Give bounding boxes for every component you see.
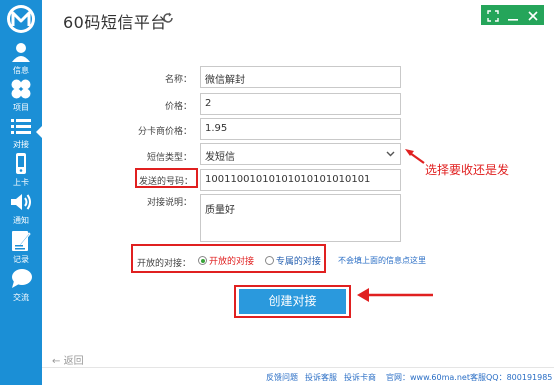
sidebar-item-notice[interactable]: 通知 <box>0 188 42 228</box>
clover-icon <box>11 79 31 99</box>
sidebar-item-label: 交流 <box>13 293 29 302</box>
mode-radio-group: 开放的对接 专属的对接 <box>198 254 321 267</box>
back-link[interactable]: ← 返回 <box>52 352 84 367</box>
sidebar-item-projects[interactable]: 项目 <box>0 75 42 115</box>
private-radio[interactable] <box>264 256 274 265</box>
user-icon <box>12 43 30 62</box>
notepad-icon <box>12 231 31 251</box>
sidebar: 信息 项目 对接 上卡 通知 记录 交流 <box>0 0 42 385</box>
card-price-label: 分卡商价格： <box>137 127 192 137</box>
annotation-arrow-icon <box>405 149 425 164</box>
mode-label: 开放的对接： <box>136 259 191 269</box>
sidebar-item-records[interactable]: 记录 <box>0 227 42 267</box>
name-field[interactable]: 微信解封 <box>200 66 401 88</box>
create-docking-button[interactable]: 创建对接 <box>239 289 346 314</box>
sidebar-item-label: 记录 <box>13 255 29 264</box>
phone-icon <box>16 153 26 174</box>
sidebar-item-label: 上卡 <box>13 178 29 187</box>
app-logo <box>2 2 40 36</box>
sidebar-item-card[interactable]: 上卡 <box>0 150 42 190</box>
sidebar-item-docking[interactable]: 对接 <box>0 112 42 152</box>
name-label: 名称： <box>164 75 192 85</box>
open-radio-label[interactable]: 开放的对接 <box>209 257 254 267</box>
annotation-arrow-icon <box>357 288 433 302</box>
footer-link-qq[interactable]: 客服QQ：800191985 <box>470 372 552 383</box>
sms-type-value: 发短信 <box>205 152 235 163</box>
list-icon <box>11 119 31 134</box>
card-price-field[interactable]: 1.95 <box>200 118 401 140</box>
price-field[interactable]: 2 <box>200 93 401 115</box>
help-link[interactable]: 不会填上面的信息点这里 <box>338 255 426 266</box>
price-label: 价格： <box>164 102 192 112</box>
back-label: 返回 <box>63 356 84 367</box>
sidebar-item-chat[interactable]: 交流 <box>0 265 42 305</box>
arrow-left-icon: ← <box>52 356 61 367</box>
desc-label: 对接说明： <box>146 198 192 208</box>
chat-bubble-icon <box>12 269 32 288</box>
footer-link-feedback[interactable]: 反馈问题 <box>266 372 298 383</box>
page-title: 60码短信平台 <box>63 13 167 32</box>
footer-link-complain-service[interactable]: 投诉客服 <box>305 372 337 383</box>
chevron-down-icon <box>386 151 395 157</box>
window-controls <box>481 5 544 25</box>
maximize-icon[interactable] <box>486 8 500 22</box>
close-icon[interactable] <box>526 8 540 22</box>
sidebar-item-info[interactable]: 信息 <box>0 38 42 78</box>
speaker-icon <box>11 194 31 210</box>
sms-type-select[interactable]: 发短信 <box>200 143 401 165</box>
minimize-icon[interactable] <box>506 8 520 22</box>
annotation-text: 选择要收还是发 <box>425 163 510 177</box>
footer-link-complain-card[interactable]: 投诉卡商 <box>344 372 376 383</box>
open-radio[interactable] <box>198 256 207 265</box>
footer-link-site[interactable]: 官网：www.60ma.net <box>386 372 470 383</box>
app-window: 信息 项目 对接 上卡 通知 记录 交流 60码短信平台 名称： 微信解封 价格… <box>0 0 554 385</box>
sidebar-item-label: 通知 <box>13 216 29 225</box>
private-radio-label[interactable]: 专属的对接 <box>276 257 321 267</box>
footer-divider <box>42 367 554 368</box>
sms-type-label: 短信类型： <box>146 153 192 163</box>
desc-textarea[interactable]: 质量好 <box>200 194 401 242</box>
sidebar-item-label: 对接 <box>13 140 29 149</box>
send-number-label: 发送的号码： <box>138 177 193 187</box>
refresh-icon[interactable] <box>162 12 174 24</box>
send-number-field[interactable]: 10011001010101010101010101 <box>200 169 401 191</box>
